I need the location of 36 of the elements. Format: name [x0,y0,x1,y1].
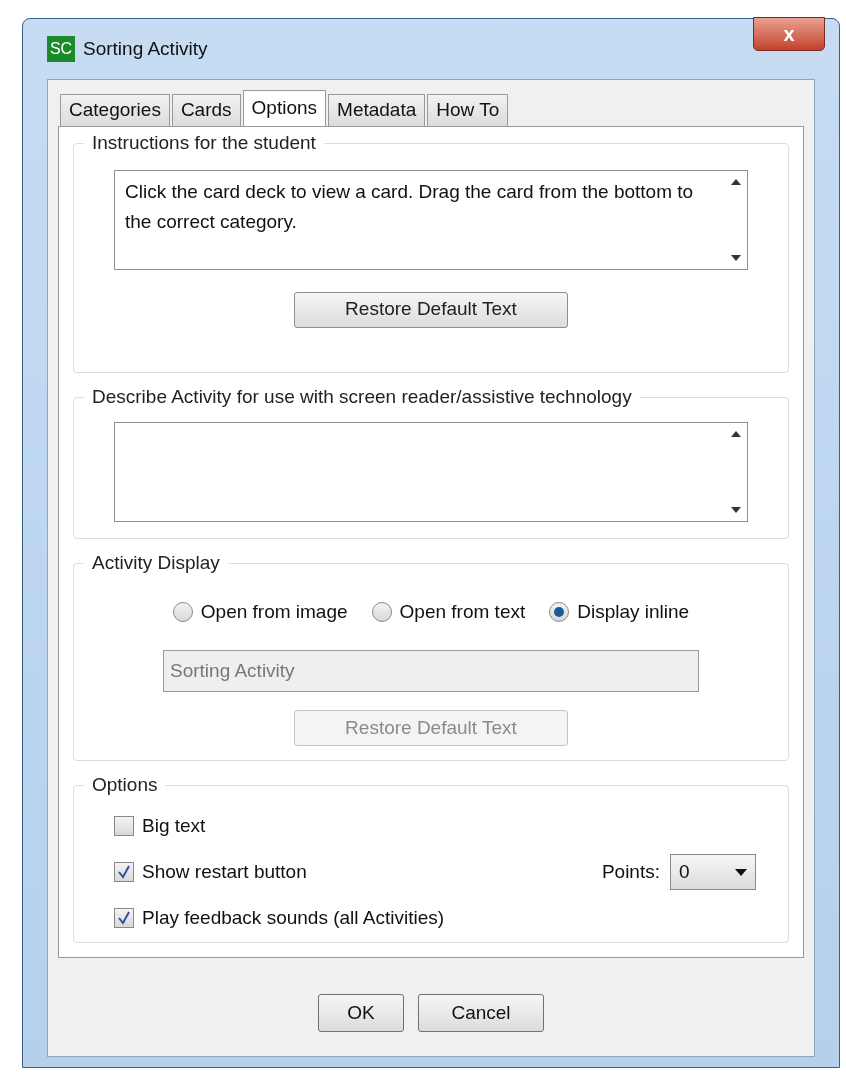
restore-default-button[interactable]: Restore Default Text [294,291,568,328]
points-dropdown[interactable]: 0 [670,854,756,890]
checkbox[interactable] [114,908,134,929]
checkbox-option[interactable]: Show restart button [114,857,307,887]
tab[interactable]: Cards [171,94,241,126]
instructions-text: Click the card deck to view a card. Drag the card from the bottom to the correct category. [125,180,694,232]
group-title: Instructions for the student [92,132,316,153]
caret-icon [735,868,747,876]
group-title: Activity Display [92,552,220,573]
tab[interactable]: Categories [60,94,170,126]
checkbox[interactable] [114,862,134,882]
group-title: Options [92,774,158,795]
radio-option[interactable]: Open from text [371,597,526,626]
app-icon: SC [47,36,75,62]
window-title: Sorting Activity [83,36,208,61]
tab[interactable]: Options [242,90,327,126]
radio-button[interactable] [172,601,193,622]
dialog-button[interactable]: OK [318,994,404,1032]
radio-option[interactable]: Display inline [549,597,690,626]
instructions-field[interactable]: Click the card deck to view a card. Drag the card from the bottom to the correct category. [114,169,748,270]
points-label: Points: [601,859,660,884]
checkbox-option[interactable]: Play feedback sounds (all Activities) [114,904,445,933]
group-title: Describe Activity for use with screen reader/assistive technology [92,386,632,407]
tab[interactable]: Metadata [328,94,426,126]
scroll-up-icon[interactable] [731,178,741,185]
radio-button[interactable] [371,601,392,622]
checkbox-option[interactable]: Big text [114,811,206,840]
checkbox[interactable] [114,815,134,836]
dialog-button[interactable]: Cancel [418,994,544,1032]
radio-button[interactable] [549,601,570,622]
scroll-down-icon[interactable] [731,254,741,261]
scroll-down-icon[interactable] [731,506,741,513]
description-field[interactable] [114,421,748,522]
radio-option[interactable]: Open from image [172,597,348,626]
scroll-up-icon[interactable] [731,430,741,437]
tab[interactable]: How To [427,94,509,126]
